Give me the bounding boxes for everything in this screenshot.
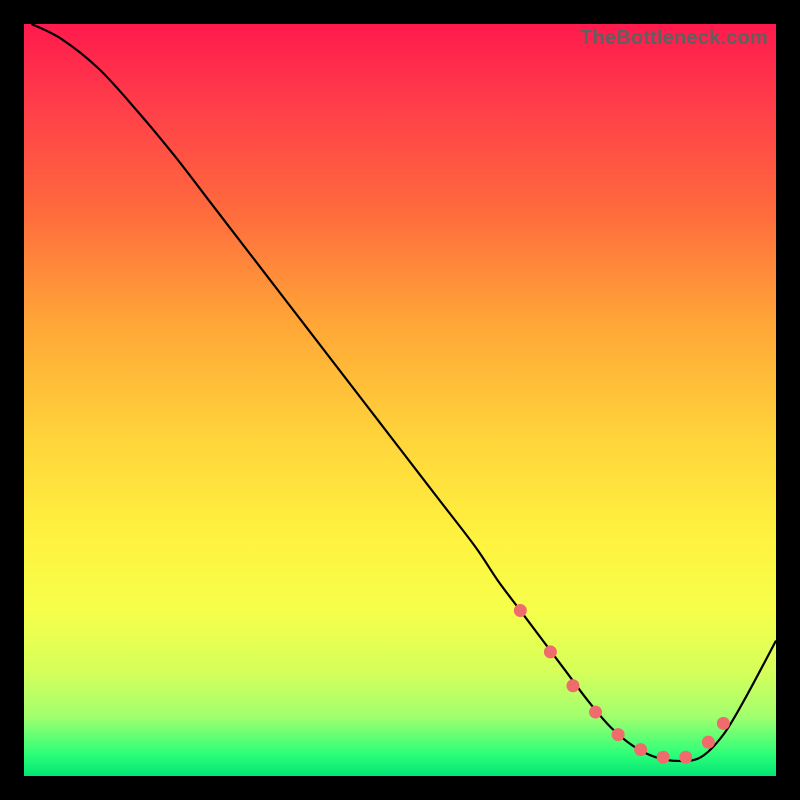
- marker-dot: [717, 717, 730, 730]
- marker-dot: [657, 751, 670, 764]
- marker-dot: [634, 743, 647, 756]
- curve-line: [32, 24, 776, 761]
- marker-dot: [612, 728, 625, 741]
- marker-dots: [514, 604, 730, 764]
- chart-svg: [24, 24, 776, 776]
- marker-dot: [514, 604, 527, 617]
- marker-dot: [702, 736, 715, 749]
- marker-dot: [544, 645, 557, 658]
- marker-dot: [679, 751, 692, 764]
- chart-frame: TheBottleneck.com: [0, 0, 800, 800]
- marker-dot: [566, 679, 579, 692]
- plot-area: TheBottleneck.com: [24, 24, 776, 776]
- marker-dot: [589, 706, 602, 719]
